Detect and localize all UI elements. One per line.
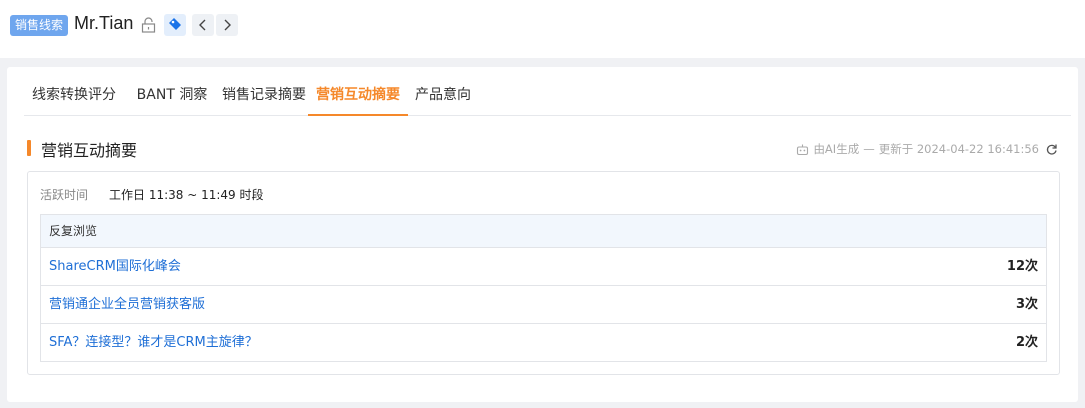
tag-button[interactable] [164,14,186,36]
table-row: 营销通企业全员营销获客版 3次 [41,286,1046,324]
content-link[interactable]: SFA？连接型？谁才是CRM主旋律？ [49,324,258,361]
tab-marketing-interaction[interactable]: 营销互动摘要 [308,81,408,116]
meta-separator: — [863,142,875,156]
robot-icon [797,144,809,155]
object-type-badge: 销售线索 [10,15,69,36]
tab-bant[interactable]: BANT 洞察 [136,81,208,115]
active-time-value: 工作日 11:38 ~ 11:49 时段 [109,188,264,202]
tab-lead-score[interactable]: 线索转换评分 [30,81,118,115]
browse-table: 反复浏览 ShareCRM国际化峰会 12次 营销通企业全员营销获客版 3次 S… [40,214,1047,362]
interaction-panel: 活跃时间 工作日 11:38 ~ 11:49 时段 反复浏览 ShareCRM国… [27,171,1060,375]
table-row: SFA？连接型？谁才是CRM主旋律？ 2次 [41,324,1046,361]
tab-product-intent[interactable]: 产品意向 [412,81,474,115]
updated-time: 更新于 2024-04-22 16:41:56 [878,142,1039,156]
next-button[interactable] [216,14,238,36]
section-title: 营销互动摘要 [41,141,138,160]
prev-button[interactable] [192,14,214,36]
content-card: 线索转换评分 BANT 洞察 销售记录摘要 营销互动摘要 产品意向 营销互动摘要… [7,67,1078,402]
record-name: Mr.Tian [74,13,134,33]
tag-icon [169,18,181,30]
lock-icon[interactable] [141,17,156,33]
ai-source-label: 由AI生成 [813,142,860,156]
tab-sales-record[interactable]: 销售记录摘要 [220,81,308,115]
view-count: 12次 [1006,259,1038,274]
active-time-label: 活跃时间 [40,188,89,202]
generation-meta: 由AI生成 — 更新于 2024-04-22 16:41:56 [796,141,1058,157]
view-count: 2次 [1015,335,1038,350]
chevron-left-icon [199,19,206,31]
chevron-right-icon [224,19,231,31]
view-count: 3次 [1015,297,1038,312]
tab-bar: 线索转换评分 BANT 洞察 销售记录摘要 营销互动摘要 产品意向 [24,81,1071,116]
content-link[interactable]: 营销通企业全员营销获客版 [49,286,205,323]
page-header: 销售线索 Mr.Tian [0,0,1085,58]
content-link[interactable]: ShareCRM国际化峰会 [49,248,181,285]
table-header: 反复浏览 [41,215,1046,248]
section-marker [27,140,31,156]
refresh-icon[interactable] [1045,143,1058,156]
table-row: ShareCRM国际化峰会 12次 [41,248,1046,286]
